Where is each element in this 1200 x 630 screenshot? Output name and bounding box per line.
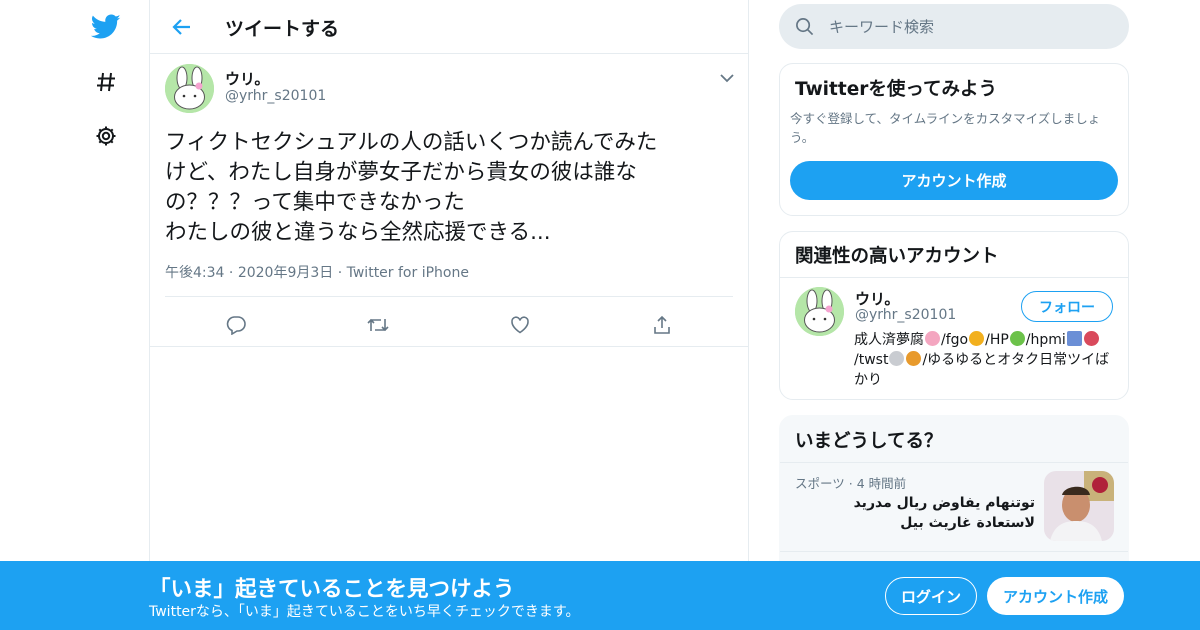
tweet-time[interactable]: 午後4:34 — [165, 265, 224, 281]
banner-title: 「いま」起きていることを見つけよう — [149, 577, 515, 602]
signup-title: Twitterを使ってみよう — [795, 79, 997, 100]
related-bio: 成人済夢腐/fgo/HP/hpmi/twst/ゆるゆるとオタク日常ツイばかり — [854, 330, 1119, 390]
bio-text: /hpmi — [1025, 332, 1066, 348]
related-title: 関連性の高いアカウント — [795, 246, 999, 267]
bio-text: 成人済夢腐 — [854, 332, 924, 348]
like-icon[interactable] — [503, 308, 537, 342]
avatar[interactable] — [165, 64, 214, 113]
main-header: ツイートする — [150, 0, 748, 54]
trend-meta: スポーツ · 4 時間前 — [795, 473, 906, 492]
display-name[interactable]: ウリ。 — [225, 68, 269, 89]
signup-button[interactable]: アカウント作成 — [987, 577, 1124, 615]
follow-button[interactable]: フォロー — [1021, 291, 1113, 322]
necktie-emoji-icon — [1066, 331, 1082, 346]
tweet-source[interactable]: Twitter for iPhone — [347, 265, 469, 281]
tweet-date[interactable]: 2020年9月3日 — [238, 265, 333, 281]
retweet-icon[interactable] — [361, 308, 395, 342]
bio-text: /twst — [854, 352, 889, 368]
signup-description: 今すぐ登録して、タイムラインをカスタマイズしましょう。 — [790, 111, 1101, 145]
trophy-emoji-icon — [969, 331, 985, 346]
brain-emoji-icon — [925, 331, 940, 346]
main-column: ツイートする ウリ。 @yrhr_s20101 フィクトセクシュアルの人の話いく… — [149, 0, 749, 630]
gear-icon[interactable] — [84, 114, 128, 158]
banner-subtitle: Twitterなら、「いま」起きていることをいち早くチェックできます。 — [149, 604, 580, 620]
twitter-logo-icon[interactable] — [84, 5, 128, 49]
left-nav — [78, 0, 134, 630]
search-bar — [779, 4, 1129, 49]
related-accounts-card: 関連性の高いアカウント ウリ。 @yrhr_s20101 フォロー 成人済夢腐 /… — [779, 231, 1129, 400]
login-button[interactable]: ログイン — [885, 577, 977, 615]
create-account-button[interactable]: アカウント作成 — [790, 161, 1118, 200]
related-display-name[interactable]: ウリ。 — [855, 288, 899, 309]
chevron-down-icon[interactable] — [716, 68, 738, 88]
bio-text: /fgo — [941, 332, 969, 348]
user-handle[interactable]: @yrhr_s20101 — [225, 88, 326, 104]
trend-thumbnail[interactable] — [1044, 471, 1114, 541]
divider — [780, 277, 1128, 278]
page: ツイートする ウリ。 @yrhr_s20101 フィクトセクシュアルの人の話いく… — [0, 0, 1200, 630]
share-icon[interactable] — [645, 308, 679, 342]
lion-emoji-icon — [906, 351, 922, 366]
page-title: ツイートする — [225, 18, 340, 40]
signup-card: Twitterを使ってみよう 今すぐ登録して、タイムラインをカスタマイズしましょ… — [779, 63, 1129, 216]
related-handle[interactable]: @yrhr_s20101 — [855, 307, 956, 323]
arrow-left-icon[interactable] — [164, 9, 200, 45]
search-input[interactable] — [829, 16, 1109, 38]
meta-separator: · — [333, 265, 347, 281]
divider — [165, 296, 733, 297]
trends-title: いまどうしてる？ — [795, 431, 943, 452]
meta-separator: · — [844, 476, 857, 491]
trend-text: توتنهام يفاوض ريال مدريد لاستعادة غاريث … — [853, 495, 1035, 531]
reply-icon[interactable] — [219, 308, 253, 342]
tweet: ウリ。 @yrhr_s20101 フィクトセクシュアルの人の話いくつか読んでみた… — [150, 54, 748, 347]
snake-emoji-icon — [1009, 331, 1025, 346]
octopus-emoji-icon — [1083, 331, 1099, 346]
meta-separator: · — [224, 265, 238, 281]
avatar[interactable] — [795, 287, 844, 336]
skull-emoji-icon — [889, 351, 905, 366]
tweet-meta: 午後4:34 · 2020年9月3日 · Twitter for iPhone — [165, 262, 469, 282]
tweet-text: フィクトセクシュアルの人の話いくつか読んでみた けど、わたし自身が夢女子だから貴… — [165, 130, 658, 245]
bottom-banner: 「いま」起きていることを見つけよう Twitterなら、「いま」起きていることを… — [0, 561, 1200, 630]
bio-text: /HP — [985, 332, 1009, 348]
trend-category: スポーツ — [795, 476, 845, 491]
divider — [780, 551, 1128, 552]
hashtag-icon[interactable] — [84, 60, 128, 104]
trend-time: 4 時間前 — [856, 476, 907, 491]
trend-item[interactable]: スポーツ · 4 時間前 توتنهام يفاوض ريال مدريد لا… — [780, 463, 1128, 551]
search-icon — [795, 17, 814, 40]
